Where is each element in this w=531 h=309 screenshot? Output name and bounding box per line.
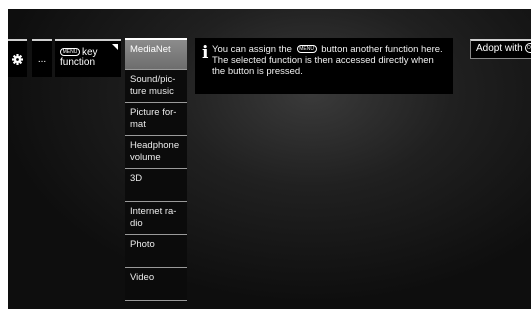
info-icon: i [202, 43, 209, 63]
menu-item-medianet[interactable]: MediaNet [125, 38, 187, 69]
menu-item-video[interactable]: Video [125, 267, 187, 300]
menu-item-label: MediaNet [130, 44, 171, 55]
menu-item-headphone-volume[interactable]: Headphone volume [125, 135, 187, 168]
menu-item-3d[interactable]: 3D [125, 168, 187, 201]
menu-item-label: Video [130, 272, 155, 283]
function-menu-list: MediaNet Sound/pic-ture music Picture fo… [125, 38, 187, 302]
info-panel: i You can assign the MENU button another… [195, 38, 453, 94]
menu-item-label: 3D [130, 173, 143, 184]
menu-item-photo[interactable]: Photo [125, 234, 187, 267]
menu-item-label: Internet ra-dio [130, 206, 177, 229]
function-label: function [60, 57, 96, 68]
menu-item-label: Picture for-mat [130, 107, 177, 130]
gear-icon [12, 53, 23, 65]
info-text-before: You can assign the [212, 44, 292, 55]
menu-button-icon: MENU [60, 48, 80, 57]
breadcrumb-key-function[interactable]: MENU key function [55, 39, 121, 77]
breadcrumb-settings[interactable] [8, 39, 27, 77]
menu-item-internet-radio[interactable]: Internet ra-dio [125, 201, 187, 234]
menu-item-picture-format[interactable]: Picture for-mat [125, 102, 187, 135]
tv-menu-screen: ... MENU key function MediaNet Sound/pic-… [8, 9, 531, 309]
adopt-button[interactable]: Adopt with OK [470, 39, 531, 59]
menu-end-divider [125, 300, 187, 302]
menu-item-label: Photo [130, 239, 155, 250]
menu-button-icon: MENU [296, 45, 317, 54]
info-text: You can assign the MENU button another f… [212, 44, 447, 94]
menu-item-label: Sound/pic-ture music [130, 74, 176, 97]
corner-marker-icon [112, 44, 118, 50]
breadcrumb-ellipsis[interactable]: ... [32, 39, 52, 77]
menu-item-label: Headphone volume [130, 140, 180, 163]
adopt-label: Adopt with [476, 43, 523, 54]
ellipsis-text: ... [37, 53, 47, 65]
ok-button-icon: OK [525, 43, 531, 54]
menu-item-sound-picture-music[interactable]: Sound/pic-ture music [125, 69, 187, 102]
